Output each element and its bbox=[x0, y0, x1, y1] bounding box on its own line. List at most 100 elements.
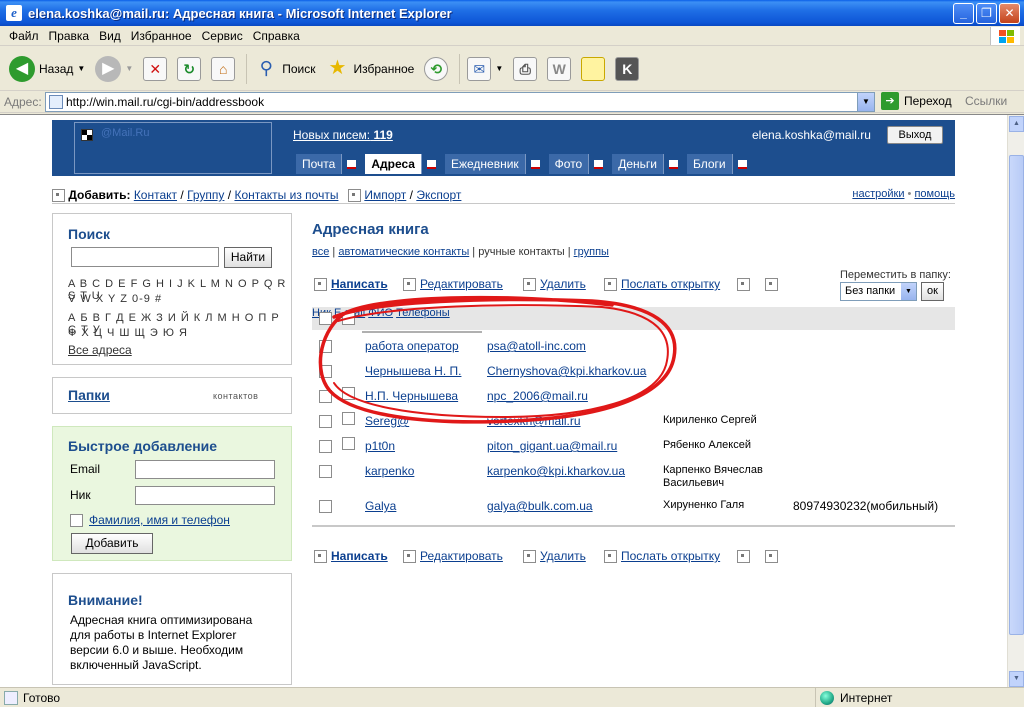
menu-file[interactable]: Файл bbox=[9, 29, 39, 43]
contact-email[interactable]: vortexkh@mail.ru bbox=[487, 414, 581, 428]
filter-all-link[interactable]: все bbox=[312, 246, 329, 258]
tab-new-window-icon[interactable] bbox=[731, 154, 752, 174]
latin-letters-2[interactable]: V W X Y Z 0-9 # bbox=[68, 293, 162, 305]
edit-button[interactable]: Редактировать bbox=[420, 277, 503, 291]
search-input[interactable] bbox=[71, 247, 219, 267]
filter-auto-link[interactable]: автоматические контакты bbox=[338, 246, 469, 258]
folder-select[interactable]: Без папки ▼ bbox=[840, 282, 917, 301]
search-button[interactable]: ⚲ Поиск bbox=[251, 52, 318, 86]
postcard-button[interactable]: Послать открытку bbox=[621, 277, 720, 291]
action-extra-icon[interactable] bbox=[737, 278, 750, 292]
tab-new-window-icon[interactable] bbox=[588, 154, 609, 174]
help-link[interactable]: помощь bbox=[914, 188, 955, 200]
write-button[interactable]: Написать bbox=[331, 277, 388, 291]
quick-add-button[interactable]: Добавить bbox=[71, 533, 153, 554]
menu-help[interactable]: Справка bbox=[253, 29, 300, 43]
group-checkbox[interactable] bbox=[342, 437, 355, 450]
links-label[interactable]: Ссылки bbox=[965, 94, 1007, 108]
edit-button[interactable]: W bbox=[544, 52, 574, 86]
mail-button[interactable]: ✉ ▼ bbox=[464, 52, 506, 86]
tab-new-window-icon[interactable] bbox=[341, 154, 362, 174]
row-checkbox[interactable] bbox=[319, 415, 332, 428]
logout-button[interactable]: Выход bbox=[887, 126, 943, 144]
contact-email[interactable]: piton_gigant.ua@mail.ru bbox=[487, 439, 617, 453]
contact-nick[interactable]: Н.П. Чернышева bbox=[365, 389, 458, 403]
vertical-scrollbar[interactable]: ▲ ▼ bbox=[1007, 115, 1024, 688]
folders-link[interactable]: Папки bbox=[68, 387, 110, 403]
back-button[interactable]: ◀ Назад ▼ bbox=[6, 52, 88, 86]
group-checkbox[interactable] bbox=[342, 412, 355, 425]
tab-money[interactable]: Деньги bbox=[612, 154, 687, 174]
scroll-up-icon[interactable]: ▲ bbox=[1009, 116, 1024, 132]
chevron-down-icon[interactable]: ▼ bbox=[125, 64, 133, 73]
contact-nick[interactable]: Sereg@ bbox=[365, 414, 409, 428]
more-fields-checkbox[interactable] bbox=[70, 514, 83, 527]
search-submit-button[interactable]: Найти bbox=[224, 247, 272, 268]
tab-blogs[interactable]: Блоги bbox=[687, 154, 756, 174]
export-link[interactable]: Экспорт bbox=[416, 188, 461, 202]
chevron-down-icon[interactable]: ▼ bbox=[495, 64, 503, 73]
favorites-button[interactable]: ★ Избранное bbox=[323, 52, 418, 86]
contact-nick[interactable]: работа оператор bbox=[365, 339, 459, 353]
close-button[interactable]: ✕ bbox=[999, 3, 1020, 24]
edit-button-bottom[interactable]: Редактировать bbox=[420, 549, 503, 563]
menu-tools[interactable]: Сервис bbox=[202, 29, 243, 43]
minimize-button[interactable]: _ bbox=[953, 3, 974, 24]
contact-email[interactable]: psa@atoll-inc.com bbox=[487, 339, 586, 353]
action-extra-icon[interactable] bbox=[765, 278, 778, 292]
discuss-button[interactable] bbox=[578, 52, 608, 86]
postcard-button-bottom[interactable]: Послать открытку bbox=[621, 549, 720, 563]
action-extra-icon[interactable] bbox=[737, 550, 750, 564]
column-phones[interactable]: Телефоны bbox=[396, 307, 450, 319]
move-ok-button[interactable]: ок bbox=[921, 282, 944, 301]
forward-button[interactable]: ▶ ▼ bbox=[92, 52, 136, 86]
contact-email[interactable]: karpenko@kpi.kharkov.ua bbox=[487, 464, 625, 478]
menu-edit[interactable]: Правка bbox=[49, 29, 90, 43]
maximize-button[interactable]: ❐ bbox=[976, 3, 997, 24]
contact-email[interactable]: galya@bulk.com.ua bbox=[487, 499, 593, 513]
email-field[interactable] bbox=[135, 460, 275, 479]
new-mail-link[interactable]: Новых писем: 119 bbox=[293, 128, 393, 142]
import-link[interactable]: Импорт bbox=[364, 188, 406, 202]
settings-link[interactable]: настройки bbox=[852, 188, 904, 200]
row-checkbox[interactable] bbox=[319, 500, 332, 513]
delete-button[interactable]: Удалить bbox=[540, 277, 586, 291]
tab-photo[interactable]: Фото bbox=[548, 154, 613, 174]
extension-button[interactable]: K bbox=[612, 52, 642, 86]
menu-view[interactable]: Вид bbox=[99, 29, 121, 43]
scroll-down-icon[interactable]: ▼ bbox=[1009, 671, 1024, 687]
history-button[interactable]: ⟲ bbox=[421, 52, 451, 86]
address-input[interactable]: http://win.mail.ru/cgi-bin/addressbook ▼ bbox=[45, 92, 875, 112]
nick-field[interactable] bbox=[135, 486, 275, 505]
more-fields-link[interactable]: Фамилия, имя и телефон bbox=[89, 513, 230, 527]
stop-button[interactable]: ✕ bbox=[140, 52, 170, 86]
row-checkbox[interactable] bbox=[319, 390, 332, 403]
refresh-button[interactable]: ↻ bbox=[174, 52, 204, 86]
contact-email[interactable]: npc_2006@mail.ru bbox=[487, 389, 588, 403]
filter-groups-link[interactable]: группы bbox=[574, 246, 609, 258]
tab-new-window-icon[interactable] bbox=[420, 154, 441, 174]
tab-addresses[interactable]: Адреса bbox=[365, 154, 445, 174]
contact-nick[interactable]: p1t0n bbox=[365, 439, 395, 453]
add-contact-link[interactable]: Контакт bbox=[134, 188, 177, 202]
chevron-down-icon[interactable]: ▼ bbox=[857, 93, 874, 111]
go-button[interactable]: ➔ Переход bbox=[881, 92, 952, 110]
select-all-checkbox-2[interactable] bbox=[342, 312, 355, 325]
action-extra-icon[interactable] bbox=[765, 550, 778, 564]
row-checkbox[interactable] bbox=[319, 465, 332, 478]
write-button-bottom[interactable]: Написать bbox=[331, 549, 388, 563]
tab-calendar[interactable]: Ежедневник bbox=[444, 154, 549, 174]
print-button[interactable]: ⎙ bbox=[510, 52, 540, 86]
all-addresses-link[interactable]: Все адреса bbox=[68, 343, 132, 357]
logo[interactable]: @Mail.Ru bbox=[74, 122, 272, 174]
row-checkbox[interactable] bbox=[319, 365, 332, 378]
select-all-checkbox[interactable] bbox=[319, 312, 332, 325]
tab-new-window-icon[interactable] bbox=[663, 154, 683, 174]
tab-mail[interactable]: Почта bbox=[296, 154, 365, 174]
home-button[interactable]: ⌂ bbox=[208, 52, 238, 86]
chevron-down-icon[interactable]: ▼ bbox=[77, 64, 85, 73]
contact-nick[interactable]: karpenko bbox=[365, 464, 414, 478]
contact-email[interactable]: Chernyshova@kpi.kharkov.ua bbox=[487, 364, 646, 378]
add-group-link[interactable]: Группу bbox=[187, 188, 224, 202]
contact-nick[interactable]: Чернышева Н. П. bbox=[365, 364, 461, 378]
